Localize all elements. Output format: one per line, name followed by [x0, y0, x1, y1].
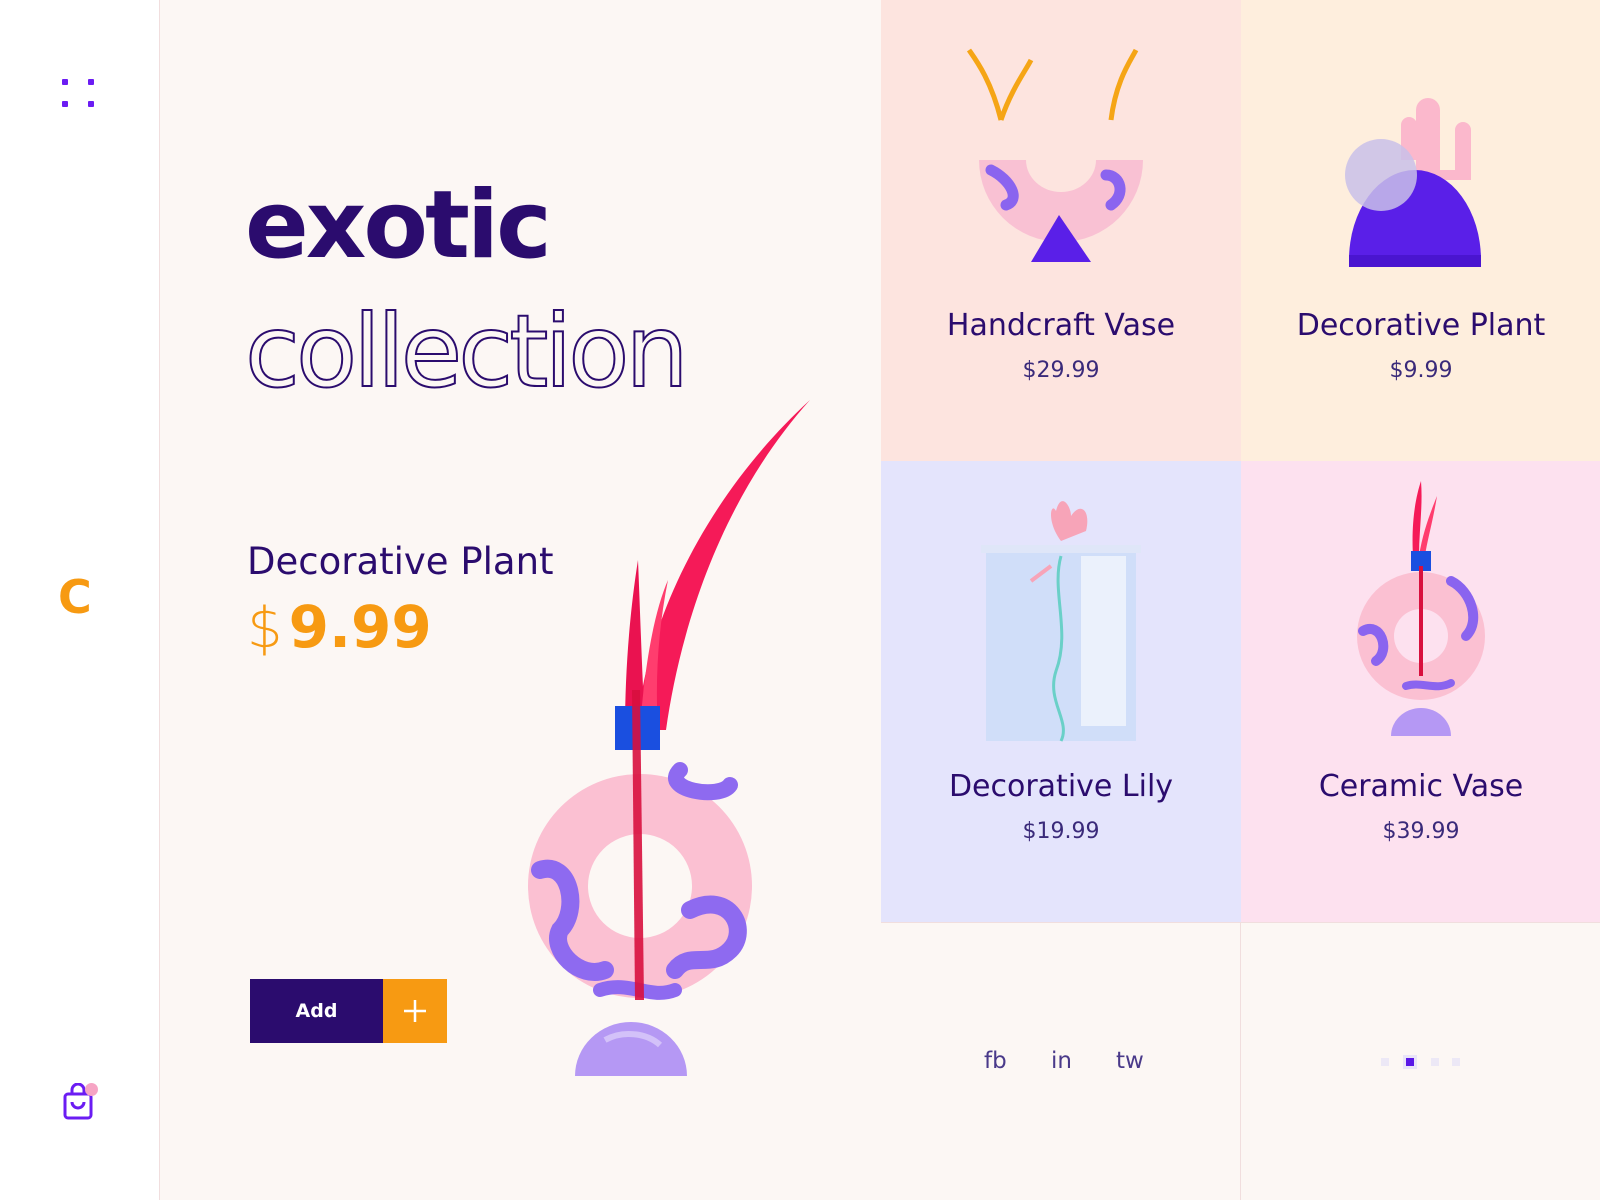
plus-icon — [404, 1000, 426, 1022]
facebook-link[interactable]: fb — [984, 1048, 1007, 1074]
product-name: Handcraft Vase — [946, 308, 1176, 343]
brand-logo[interactable]: C — [58, 574, 92, 620]
product-name: Decorative Plant — [1296, 308, 1546, 343]
pagination-panel — [1241, 922, 1600, 1200]
product-card[interactable]: Ceramic Vase $39.99 — [1241, 461, 1600, 922]
linkedin-link[interactable]: in — [1051, 1048, 1072, 1074]
ring-vase-illustration — [528, 400, 810, 1076]
twitter-link[interactable]: tw — [1116, 1048, 1144, 1074]
product-name: Decorative Lily — [948, 769, 1174, 804]
plus-button[interactable] — [383, 979, 447, 1043]
pagination-dot[interactable] — [1452, 1058, 1460, 1066]
decorative-lily-illustration — [981, 501, 1141, 742]
product-name: Ceramic Vase — [1318, 769, 1524, 804]
grid-menu-icon[interactable] — [62, 79, 96, 113]
hero-title: exotic — [245, 171, 552, 280]
product-card[interactable]: Decorative Lily $19.99 — [881, 461, 1241, 922]
currency-symbol: $ — [247, 596, 283, 661]
product-price: $39.99 — [1382, 819, 1460, 844]
product-price: $29.99 — [1022, 358, 1100, 383]
handcraft-vase-illustration — [966, 48, 1143, 262]
add-to-cart-button[interactable]: Add — [250, 979, 383, 1043]
ceramic-vase-illustration — [1357, 481, 1485, 736]
hero-panel: exotic collection Decorative Plant $9.99… — [160, 0, 881, 1200]
pagination-dot-active[interactable] — [1403, 1055, 1417, 1069]
price-amount: 9.99 — [288, 593, 432, 661]
product-card[interactable]: Decorative Plant $9.99 — [1241, 0, 1600, 461]
cart-notification-badge — [85, 1083, 98, 1096]
featured-product-price: $9.99 — [247, 598, 432, 657]
product-card[interactable]: Handcraft Vase $29.99 — [881, 0, 1241, 461]
pagination-dot[interactable] — [1381, 1058, 1389, 1066]
shopping-bag-icon[interactable] — [62, 1082, 102, 1123]
product-price: $19.99 — [1022, 819, 1100, 844]
decorative-plant-illustration — [1345, 98, 1481, 267]
pagination-dot[interactable] — [1431, 1058, 1439, 1066]
sidebar: C — [0, 0, 160, 1200]
product-price: $9.99 — [1389, 358, 1453, 383]
